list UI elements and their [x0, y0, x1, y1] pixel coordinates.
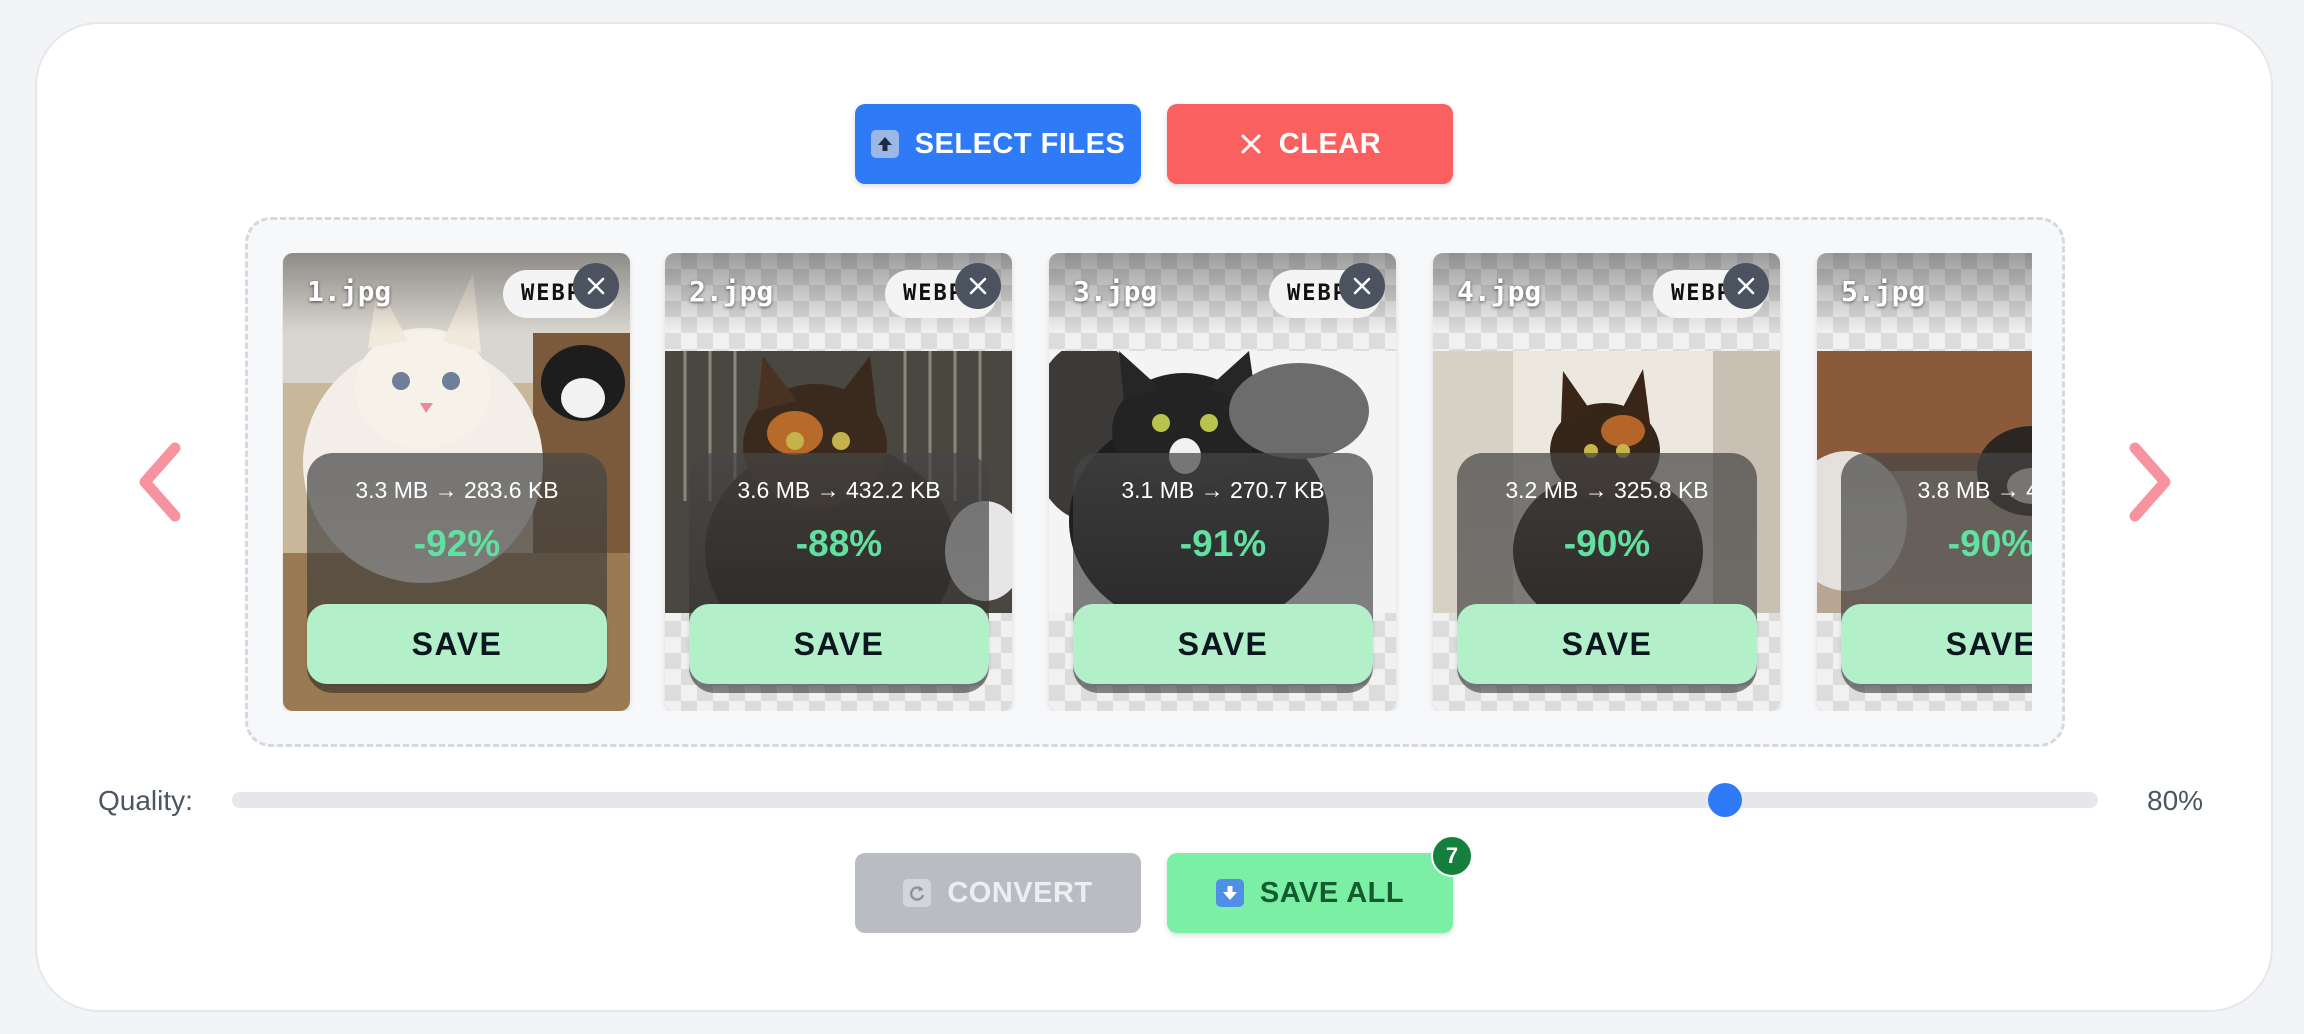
remove-file-button[interactable]: [1339, 263, 1385, 309]
file-name: 1.jpg: [307, 275, 392, 308]
size-change: 3.6 MB → 432.2 KB: [737, 477, 941, 503]
close-icon: [969, 277, 987, 295]
size-change: 3.3 MB → 283.6 KB: [355, 477, 559, 503]
reduction-percent: -91%: [1179, 523, 1267, 564]
size-change: 3.2 MB → 325.8 KB: [1505, 477, 1709, 503]
clear-label: CLEAR: [1278, 127, 1382, 160]
save-all-button[interactable]: SAVE ALL: [1167, 853, 1453, 933]
remove-file-button[interactable]: [1723, 263, 1769, 309]
quality-label: Quality:: [98, 785, 193, 816]
reduction-percent: -88%: [795, 523, 883, 564]
download-icon: [1215, 879, 1244, 907]
close-icon: [1353, 277, 1371, 295]
next-button[interactable]: [2120, 440, 2180, 524]
save-button[interactable]: SAVE: [307, 604, 607, 684]
file-card: 3.jpg WEBP 3.1 MB → 270.7 KB -91% SAVE: [1049, 253, 1396, 711]
file-name: 5.jpg: [1841, 275, 1926, 308]
quality-slider-thumb[interactable]: [1707, 783, 1742, 817]
chevron-left-icon: [139, 442, 181, 522]
file-card: 1.jpg WEBP 3.3 MB → 283.6 KB -92% SAVE: [283, 253, 630, 711]
quality-value: 80%: [2147, 785, 2204, 816]
remove-file-button[interactable]: [955, 263, 1001, 309]
select-files-button[interactable]: SELECT FILES: [855, 104, 1141, 184]
remove-file-button[interactable]: [573, 263, 619, 309]
refresh-icon: [903, 879, 932, 907]
chevron-right-icon: [2129, 442, 2171, 522]
file-card: 2.jpg WEBP 3.6 MB → 432.2 KB -88% SAVE: [665, 253, 1012, 711]
save-button[interactable]: SAVE: [1457, 604, 1757, 684]
clear-button[interactable]: CLEAR: [1167, 104, 1453, 184]
file-card: 5.jpg 3.8 MB → 401 -90% SAVE: [1817, 253, 2032, 711]
quality-slider[interactable]: [232, 783, 2098, 817]
select-files-label: SELECT FILES: [914, 127, 1126, 160]
convert-label: CONVERT: [947, 876, 1093, 909]
size-change: 3.8 MB → 401: [1917, 477, 2032, 503]
file-card: 4.jpg WEBP 3.2 MB → 325.8 KB -90% SAVE: [1433, 253, 1780, 711]
file-name: 3.jpg: [1073, 275, 1158, 308]
reduction-percent: -90%: [1947, 523, 2032, 564]
save-all-label: SAVE ALL: [1259, 876, 1405, 909]
file-name: 4.jpg: [1457, 275, 1542, 308]
reduction-percent: -90%: [1563, 523, 1651, 564]
close-icon: [587, 277, 605, 295]
size-change: 3.1 MB → 270.7 KB: [1121, 477, 1325, 503]
close-icon: [1239, 132, 1263, 156]
close-icon: [1737, 277, 1755, 295]
save-button[interactable]: SAVE: [1841, 604, 2032, 684]
convert-button[interactable]: CONVERT: [855, 853, 1141, 933]
card-track: 1.jpg WEBP 3.3 MB → 283.6 KB -92% SAVE 2…: [282, 253, 2032, 711]
save-button[interactable]: SAVE: [689, 604, 989, 684]
prev-button[interactable]: [130, 440, 190, 524]
upload-icon: [870, 130, 899, 158]
save-button[interactable]: SAVE: [1073, 604, 1373, 684]
file-name: 2.jpg: [689, 275, 774, 308]
save-all-count-badge: 7: [1431, 835, 1473, 877]
reduction-percent: -92%: [413, 523, 501, 564]
